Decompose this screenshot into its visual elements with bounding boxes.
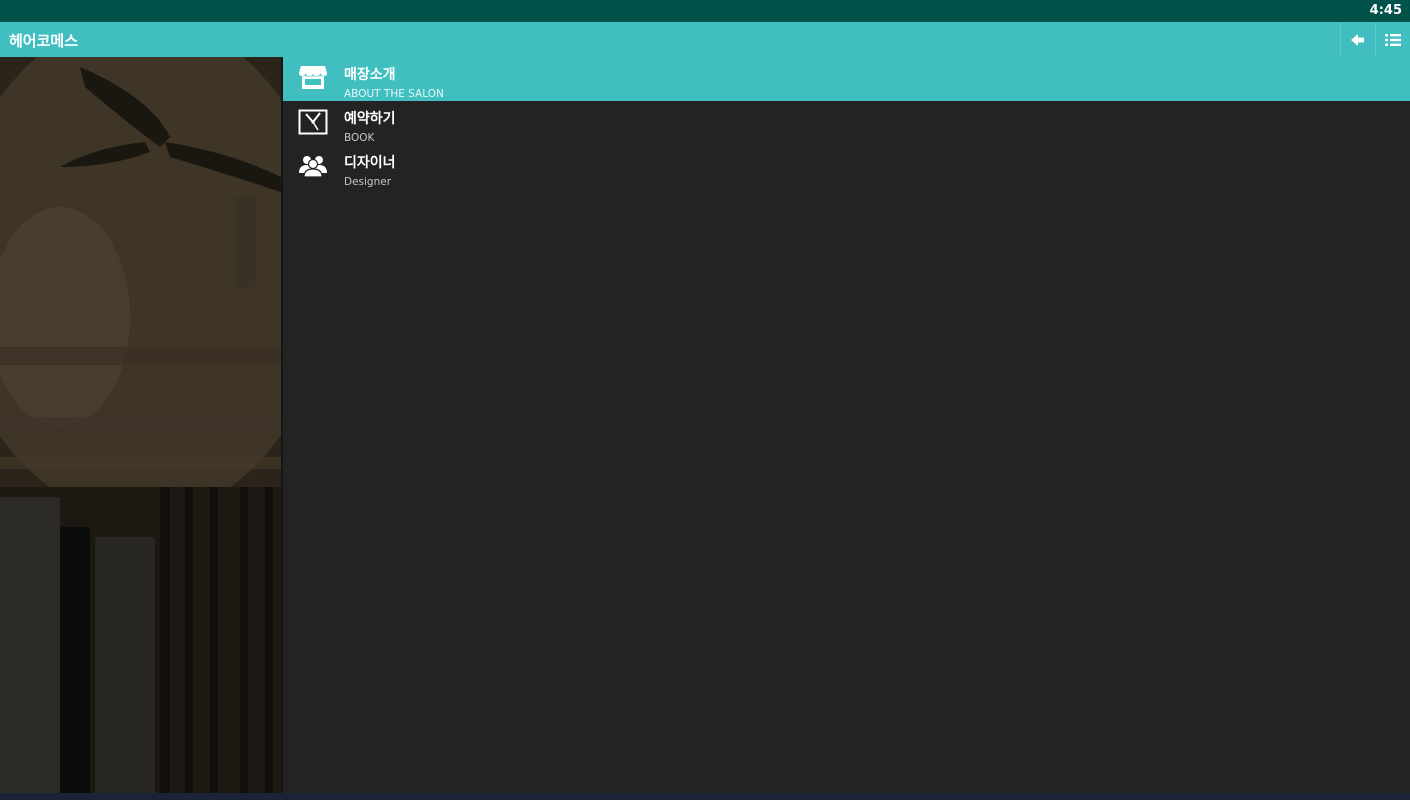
list-menu-icon <box>1385 33 1401 46</box>
menu-item-book[interactable]: 예약하기 BOOK <box>283 101 1410 145</box>
menu-item-label: 매장소개 <box>344 67 396 83</box>
menu-item-about-salon[interactable]: 매장소개 ABOUT THE SALON <box>283 57 1410 101</box>
people-icon <box>299 156 327 178</box>
app-actions <box>1340 22 1410 57</box>
storefront-icon <box>299 66 327 89</box>
menu-item-sublabel: Designer <box>344 176 392 188</box>
bottom-navigation-bar <box>0 793 1410 800</box>
salon-background-image <box>0 57 283 793</box>
menu-item-label: 예약하기 <box>344 111 396 127</box>
app-bar: 헤어코메스 <box>0 22 1410 57</box>
menu-item-sublabel: ABOUT THE SALON <box>344 88 444 100</box>
menu-item-designer[interactable]: 디자이너 Designer <box>283 145 1410 189</box>
clock-icon <box>298 109 328 135</box>
status-bar: 4:45 <box>0 0 1410 22</box>
salon-interior-illustration <box>0 57 281 793</box>
menu-item-label: 디자이너 <box>344 155 396 171</box>
back-button[interactable] <box>1340 22 1375 57</box>
menu-item-sublabel: BOOK <box>344 132 375 144</box>
back-arrow-icon <box>1351 33 1364 46</box>
menu-list: 매장소개 ABOUT THE SALON 예약하기 BOOK 디자이너 Desi… <box>283 57 1410 189</box>
status-time: 4:45 <box>1369 3 1402 18</box>
menu-list-button[interactable] <box>1375 22 1410 57</box>
app-title: 헤어코메스 <box>9 32 79 50</box>
